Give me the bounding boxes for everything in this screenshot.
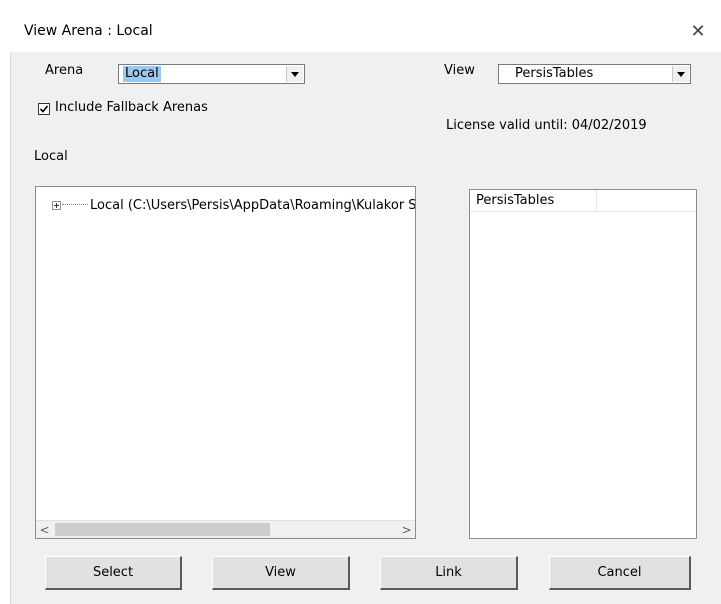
- tree-item[interactable]: Local (C:\Users\Persis\AppData\Roaming\K…: [52, 197, 416, 213]
- chevron-down-icon[interactable]: [286, 66, 303, 82]
- tree-connector: [62, 204, 88, 206]
- view-label: View: [444, 63, 475, 78]
- view-arena-dialog: View Arena : Local ✕ Arena Local View Pe…: [0, 0, 721, 604]
- view-select-value: PersisTables: [515, 66, 594, 81]
- tables-list[interactable]: PersisTables: [469, 189, 697, 539]
- list-header: PersisTables: [470, 190, 696, 212]
- checkmark-icon: [39, 105, 49, 113]
- tree-item-label: Local (C:\Users\Persis\AppData\Roaming\K…: [90, 197, 416, 213]
- close-icon: ✕: [690, 20, 706, 42]
- horizontal-scrollbar[interactable]: < >: [36, 520, 415, 538]
- view-select[interactable]: PersisTables: [498, 64, 691, 84]
- title-bar: View Arena : Local ✕: [10, 10, 721, 52]
- include-fallback-checkbox[interactable]: [38, 103, 50, 115]
- view-button[interactable]: View: [212, 556, 350, 590]
- include-fallback-label: Include Fallback Arenas: [55, 100, 208, 115]
- arena-select[interactable]: Local: [118, 64, 305, 84]
- arena-label: Arena: [45, 63, 84, 78]
- expand-plus-icon[interactable]: [52, 200, 61, 210]
- tree-label: Local: [34, 149, 68, 164]
- arena-select-value: Local: [123, 66, 161, 82]
- column-header-persistables[interactable]: PersisTables: [470, 190, 597, 211]
- chevron-down-icon[interactable]: [672, 66, 689, 82]
- cancel-button[interactable]: Cancel: [549, 556, 691, 590]
- arena-tree[interactable]: Local (C:\Users\Persis\AppData\Roaming\K…: [35, 186, 416, 539]
- close-button[interactable]: ✕: [675, 10, 721, 52]
- scroll-left-icon[interactable]: <: [36, 521, 53, 538]
- dialog-title: View Arena : Local: [24, 23, 153, 39]
- license-text: License valid until: 04/02/2019: [446, 118, 647, 133]
- link-button[interactable]: Link: [380, 556, 518, 590]
- column-header-empty[interactable]: [597, 190, 696, 211]
- scroll-right-icon[interactable]: >: [398, 521, 415, 538]
- select-button[interactable]: Select: [45, 556, 182, 590]
- left-edge: [0, 0, 11, 604]
- scrollbar-thumb[interactable]: [55, 523, 270, 536]
